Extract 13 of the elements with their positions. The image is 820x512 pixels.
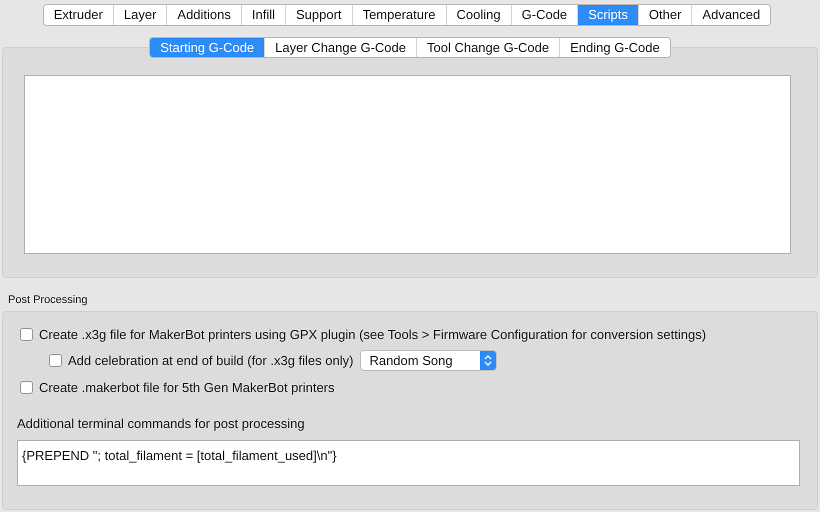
popup-button[interactable]: Random Song	[360, 350, 498, 371]
checkbox[interactable]	[20, 328, 33, 341]
stepper-arrows-icon	[480, 351, 496, 370]
tab[interactable]: Advanced	[691, 5, 770, 25]
checkbox-label: Create .x3g file for MakerBot printers using GPX plugin (see Tools > Firmware Configuration for conversion settings)	[39, 326, 706, 344]
checkbox-label: Add celebration at end of build (for .x3g files only)	[68, 352, 354, 370]
checkbox[interactable]	[20, 381, 33, 394]
checkbox[interactable]	[49, 354, 62, 367]
tab[interactable]: Ending G-Code	[559, 38, 670, 57]
section-title: Post Processing	[8, 293, 88, 308]
commands-field[interactable]: {PREPEND "; total_filament = [total_filament_used]\n"}	[17, 440, 800, 486]
checkbox-label: Create .makerbot file for 5th Gen MakerBot printers	[39, 378, 335, 397]
field-label: Additional terminal commands for post processing	[17, 414, 306, 433]
